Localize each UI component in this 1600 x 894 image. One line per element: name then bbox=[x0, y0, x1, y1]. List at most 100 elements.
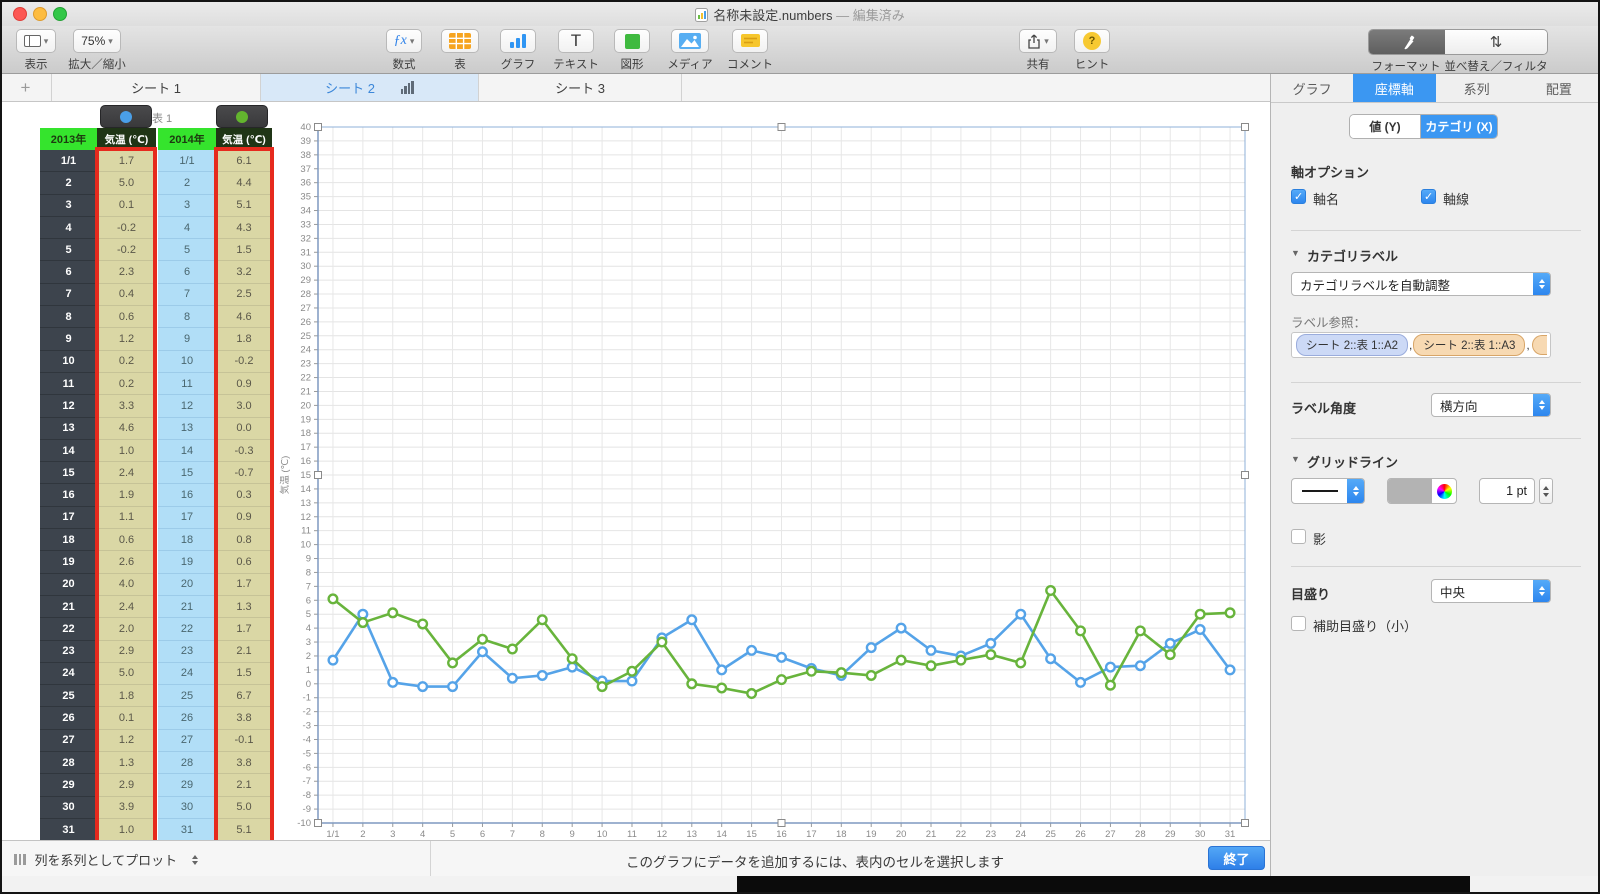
table-cell[interactable]: 10 bbox=[158, 350, 216, 373]
data-point-marker[interactable] bbox=[686, 614, 698, 626]
data-point-marker[interactable] bbox=[536, 669, 548, 681]
selection-handle[interactable] bbox=[314, 471, 322, 479]
data-point-marker[interactable] bbox=[925, 660, 937, 672]
table-cell[interactable]: 1.7 bbox=[97, 150, 156, 173]
table-cell[interactable]: 24 bbox=[158, 662, 216, 686]
table-cell[interactable]: 4.6 bbox=[216, 306, 272, 329]
selection-handle[interactable] bbox=[1241, 471, 1249, 479]
width-stepper[interactable] bbox=[1539, 478, 1553, 504]
table-cell[interactable]: 28 bbox=[40, 752, 97, 775]
data-point-marker[interactable] bbox=[835, 667, 847, 679]
header-2014[interactable]: 2014年 bbox=[158, 128, 216, 150]
selection-handle[interactable] bbox=[1241, 123, 1249, 131]
reference-token[interactable]: シート 2::表 1::A3 bbox=[1413, 334, 1526, 356]
segment-value-y[interactable]: 値 (Y) bbox=[1350, 115, 1421, 138]
tab-axis[interactable]: 座標軸 bbox=[1353, 74, 1436, 102]
table-cell[interactable]: 7 bbox=[158, 283, 216, 307]
header-temp-2014[interactable]: 気温 (℃) bbox=[216, 128, 272, 150]
data-point-marker[interactable] bbox=[1075, 625, 1087, 637]
data-point-marker[interactable] bbox=[1224, 664, 1236, 676]
format-button[interactable] bbox=[1369, 30, 1445, 54]
done-button[interactable]: 終了 bbox=[1208, 846, 1265, 870]
table-cell[interactable]: 19 bbox=[158, 551, 216, 574]
category-labels-dropdown[interactable]: カテゴリラベルを自動調整 bbox=[1291, 272, 1551, 296]
data-point-marker[interactable] bbox=[716, 682, 728, 694]
sheet-tab-1[interactable]: シート 1 bbox=[52, 74, 261, 101]
table-cell[interactable]: 4.4 bbox=[216, 172, 272, 195]
table-cell[interactable]: -0.2 bbox=[97, 239, 156, 262]
table-cell[interactable]: 10 bbox=[40, 350, 97, 373]
table-cell[interactable]: 1.1 bbox=[97, 506, 156, 530]
gridline-width-field[interactable]: 1 pt bbox=[1479, 478, 1535, 504]
data-point-marker[interactable] bbox=[1194, 608, 1206, 620]
data-point-marker[interactable] bbox=[476, 633, 488, 645]
table-cell[interactable]: 30 bbox=[40, 796, 97, 819]
data-point-marker[interactable] bbox=[895, 654, 907, 666]
table-cell[interactable]: 0.2 bbox=[97, 350, 156, 373]
data-point-marker[interactable] bbox=[776, 674, 788, 686]
table-cell[interactable]: 17 bbox=[40, 506, 97, 530]
table-cell[interactable]: 3.0 bbox=[216, 395, 272, 418]
data-point-marker[interactable] bbox=[1134, 660, 1146, 672]
table-cell[interactable]: 1.9 bbox=[97, 484, 156, 507]
table-cell[interactable]: 3.8 bbox=[216, 707, 272, 730]
table-cell[interactable]: 18 bbox=[158, 529, 216, 552]
data-point-marker[interactable] bbox=[506, 672, 518, 684]
data-point-marker[interactable] bbox=[1045, 653, 1057, 665]
table-cell[interactable]: 15 bbox=[40, 462, 97, 485]
data-point-marker[interactable] bbox=[1104, 679, 1116, 691]
line-style-dropdown[interactable] bbox=[1291, 478, 1365, 504]
reference-token[interactable]: シート 2::表 1::A2 bbox=[1296, 334, 1409, 356]
data-point-marker[interactable] bbox=[626, 675, 638, 687]
label-angle-dropdown[interactable]: 横方向 bbox=[1431, 393, 1551, 417]
table-cell[interactable]: 17 bbox=[158, 506, 216, 530]
selection-handle[interactable] bbox=[777, 819, 786, 827]
table-cell[interactable]: 0.4 bbox=[97, 283, 156, 307]
table-cell[interactable]: 22 bbox=[40, 618, 97, 641]
table-cell[interactable]: 11 bbox=[158, 372, 216, 396]
table-cell[interactable]: 6 bbox=[40, 261, 97, 284]
data-point-marker[interactable] bbox=[985, 649, 997, 661]
data-point-marker[interactable] bbox=[805, 665, 817, 677]
data-point-marker[interactable] bbox=[955, 654, 967, 666]
table-cell[interactable]: 6.1 bbox=[216, 150, 272, 173]
table-cell[interactable]: 1.2 bbox=[97, 729, 156, 753]
table-cell[interactable]: 12 bbox=[158, 395, 216, 418]
data-point-marker[interactable] bbox=[1075, 676, 1087, 688]
formula-button[interactable]: ƒx ▾ bbox=[385, 29, 423, 53]
table-cell[interactable]: 9 bbox=[158, 328, 216, 351]
table-cell[interactable]: 19 bbox=[40, 551, 97, 574]
table-cell[interactable]: 26 bbox=[40, 707, 97, 730]
view-button[interactable]: ▾ bbox=[15, 29, 57, 53]
tick-marks-dropdown[interactable]: 中央 bbox=[1431, 579, 1551, 603]
table-cell[interactable]: 2 bbox=[158, 172, 216, 195]
table-cell[interactable]: 13 bbox=[40, 417, 97, 440]
tab-chart[interactable]: グラフ bbox=[1271, 74, 1353, 102]
data-point-marker[interactable] bbox=[566, 653, 578, 665]
table-cell[interactable]: -0.2 bbox=[216, 350, 272, 373]
table-cell[interactable]: 0.6 bbox=[97, 306, 156, 329]
table-cell[interactable]: 18 bbox=[40, 529, 97, 552]
sort-filter-button[interactable]: ⇅ bbox=[1445, 30, 1547, 54]
data-point-marker[interactable] bbox=[985, 637, 997, 649]
table-cell[interactable]: 14 bbox=[158, 439, 216, 463]
data-point-marker[interactable] bbox=[417, 618, 429, 630]
table-cell[interactable]: 6 bbox=[158, 261, 216, 284]
table-cell[interactable]: 5.1 bbox=[216, 194, 272, 217]
table-cell[interactable]: -0.2 bbox=[97, 216, 156, 240]
data-point-marker[interactable] bbox=[1224, 607, 1236, 619]
table-cell[interactable]: 0.9 bbox=[216, 372, 272, 396]
table-cell[interactable]: 1/1 bbox=[40, 150, 97, 173]
table-cell[interactable]: -0.7 bbox=[216, 462, 272, 485]
table-cell[interactable]: 5 bbox=[40, 239, 97, 262]
table-cell[interactable]: 5.0 bbox=[216, 796, 272, 819]
data-point-marker[interactable] bbox=[387, 676, 399, 688]
label-reference-field[interactable]: シート 2::表 1::A2 , シート 2::表 1::A3 , bbox=[1291, 332, 1551, 358]
selection-handle[interactable] bbox=[314, 123, 322, 131]
axis-name-checkbox[interactable] bbox=[1291, 189, 1306, 204]
data-point-marker[interactable] bbox=[776, 651, 788, 663]
data-point-marker[interactable] bbox=[1164, 649, 1176, 661]
data-point-marker[interactable] bbox=[447, 657, 459, 669]
data-point-marker[interactable] bbox=[1104, 661, 1116, 673]
zoom-button[interactable]: 75% ▾ bbox=[73, 29, 121, 53]
